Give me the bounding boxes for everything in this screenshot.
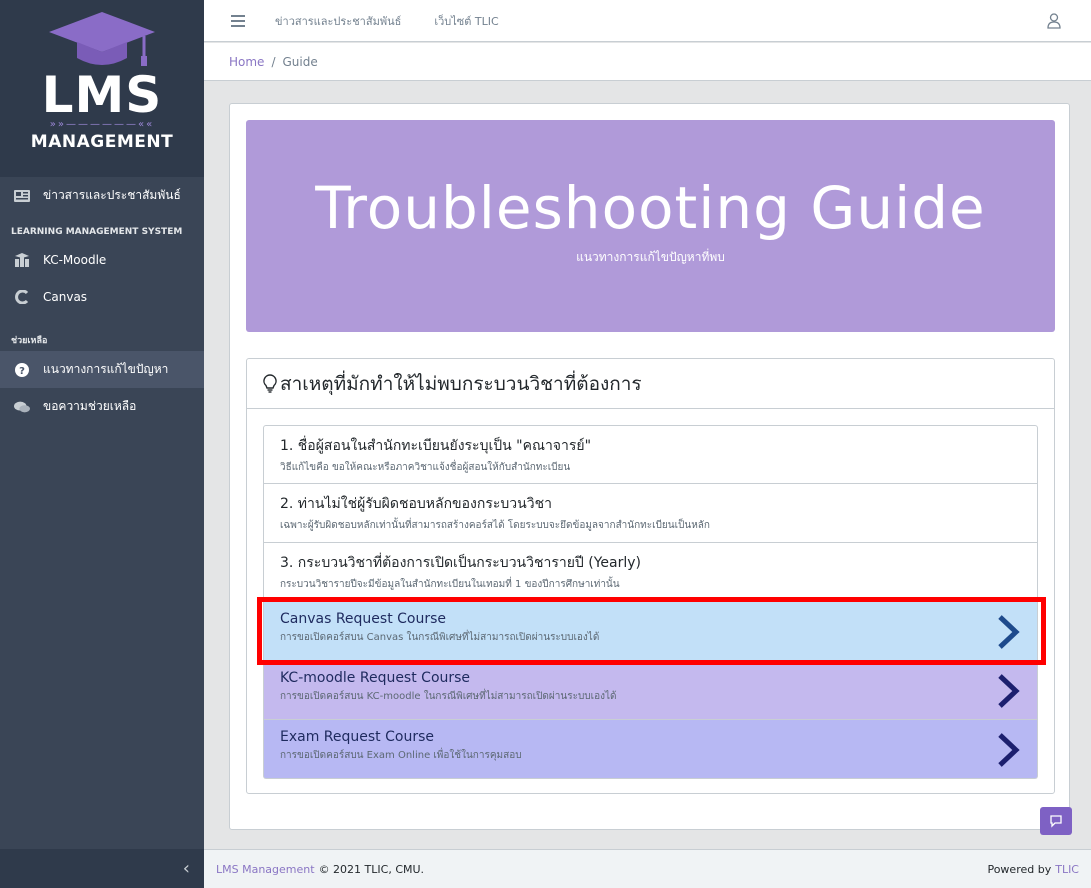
list-item-title: 1. ชื่อผู้สอนในสำนักทะเบียนยังระบุเป็น "… [280,438,592,454]
hamburger-menu-icon[interactable] [231,12,245,30]
panel-heading: สาเหตุที่มักทำให้ไม่พบกระบวนวิชาที่ต้องก… [280,372,642,395]
sidebar-item-label: แนวทางการแก้ไขปัญหา [43,362,169,376]
footer-tlic-link[interactable]: TLIC [1055,863,1079,876]
logo-subtext: MANAGEMENT [30,132,174,152]
footer-brand-link[interactable]: LMS Management [216,863,315,876]
list-item-title: 2. ท่านไม่ใช่ผู้รับผิดชอบหลักของกระบวนวิ… [280,496,552,512]
question-circle-icon: ? [14,362,30,378]
graduation-cap-icon [49,12,155,66]
brand-logo[interactable]: LMS »»——————«« MANAGEMENT [0,0,204,177]
logo-text: LMS [41,66,163,124]
breadcrumb-home-link[interactable]: Home [229,55,264,69]
sidebar-section-title: ช่วยเหลือ [11,336,48,346]
canvas-icon [14,289,30,305]
panel-header: สาเหตุที่มักทำให้ไม่พบกระบวนวิชาที่ต้องก… [247,359,1054,409]
chevron-left-icon: ‹ [182,858,190,879]
causes-panel: สาเหตุที่มักทำให้ไม่พบกระบวนวิชาที่ต้องก… [246,358,1055,794]
sidebar-item-label: KC-Moodle [43,252,107,267]
breadcrumb-current: Guide [282,54,318,69]
canvas-request-course-link[interactable]: Canvas Request Course การขอเปิดคอร์สบน C… [263,602,1038,661]
footer: LMS Management © 2021 TLIC, CMU. Powered… [204,849,1091,888]
sidebar-item-kc-moodle[interactable]: KC-Moodle [0,241,204,278]
sidebar-item-label: ขอความช่วยเหลือ [43,399,137,413]
header-link-tlic[interactable]: เว็บไซต์ TLIC [434,12,498,30]
hero-banner: Troubleshooting Guide แนวทางการแก้ไขปัญห… [246,120,1055,332]
chevron-right-icon [998,733,1020,767]
list-item: 2. ท่านไม่ใช่ผู้รับผิดชอบหลักของกระบวนวิ… [263,484,1038,543]
newspaper-icon [14,188,30,204]
logo-arrows-decoration: »»——————«« [49,119,155,130]
moodle-icon [14,252,30,268]
user-icon[interactable] [1047,13,1061,29]
footer-powered: Powered by [987,862,1052,876]
main-card: Troubleshooting Guide แนวทางการแก้ไขปัญห… [229,103,1070,830]
sidebar-item-label: ข่าวสารและประชาสัมพันธ์ [43,188,181,202]
list-item-desc: วิธีแก้ไขคือ ขอให้คณะหรือภาควิชาแจ้งชื่อ… [280,462,571,473]
svg-text:?: ? [19,366,25,377]
sidebar-item-canvas[interactable]: Canvas [0,278,204,315]
chevron-right-icon [998,615,1020,649]
breadcrumb: Home / Guide [204,43,1091,81]
list-item-desc: กระบวนวิชารายปีจะมีข้อมูลในสำนักทะเบียนใ… [280,579,620,590]
lightbulb-icon [263,373,277,393]
list-item-desc: การขอเปิดคอร์สบน Exam Online เพื่อใช้ในก… [280,750,522,761]
chat-icon [1050,815,1062,828]
list-item-desc: เฉพาะผู้รับผิดชอบหลักเท่านั้นที่สามารถสร… [280,520,710,531]
header-link-news[interactable]: ข่าวสารและประชาสัมพันธ์ [275,12,401,30]
list-item-title: KC-moodle Request Course [280,670,471,686]
list-item-title: 3. กระบวนวิชาที่ต้องการเปิดเป็นกระบวนวิช… [280,555,642,571]
list-item-title: Exam Request Course [280,729,434,745]
chat-bubbles-icon [14,399,30,415]
sidebar-item-troubleshooting[interactable]: ? แนวทางการแก้ไขปัญหา [0,351,204,388]
list-item-desc: การขอเปิดคอร์สบน Canvas ในกรณีพิเศษที่ไม… [280,632,600,643]
sidebar-item-news[interactable]: ข่าวสารและประชาสัมพันธ์ [0,177,204,214]
chat-button[interactable] [1040,807,1072,835]
sidebar-item-label: Canvas [43,289,88,304]
page-title: Troubleshooting Guide [315,174,986,242]
list-item-desc: การขอเปิดคอร์สบน KC-moodle ในกรณีพิเศษที… [280,691,617,702]
sidebar-section-title: LEARNING MANAGEMENT SYSTEM [11,227,183,237]
exam-request-course-link[interactable]: Exam Request Course การขอเปิดคอร์สบน Exa… [263,720,1038,779]
list-item-title: Canvas Request Course [280,611,447,627]
sidebar-item-help-request[interactable]: ขอความช่วยเหลือ [0,388,204,425]
breadcrumb-separator: / [271,54,276,69]
chevron-right-icon [998,674,1020,708]
list-item: 1. ชื่อผู้สอนในสำนักทะเบียนยังระบุเป็น "… [263,425,1038,484]
list-item: 3. กระบวนวิชาที่ต้องการเปิดเป็นกระบวนวิช… [263,543,1038,602]
top-header: ข่าวสารและประชาสัมพันธ์ เว็บไซต์ TLIC [204,0,1091,42]
causes-list: 1. ชื่อผู้สอนในสำนักทะเบียนยังระบุเป็น "… [263,425,1038,779]
sidebar-minimizer[interactable]: ‹ [0,849,204,888]
nav-group-top: ข่าวสารและประชาสัมพันธ์ [0,177,204,213]
sidebar: LMS »»——————«« MANAGEMENT ข่าวสารและประช… [0,0,204,888]
kc-moodle-request-course-link[interactable]: KC-moodle Request Course การขอเปิดคอร์สบ… [263,661,1038,720]
footer-copyright: © 2021 TLIC, CMU. [318,862,425,876]
page-subtitle: แนวทางการแก้ไขปัญหาที่พบ [576,250,725,264]
